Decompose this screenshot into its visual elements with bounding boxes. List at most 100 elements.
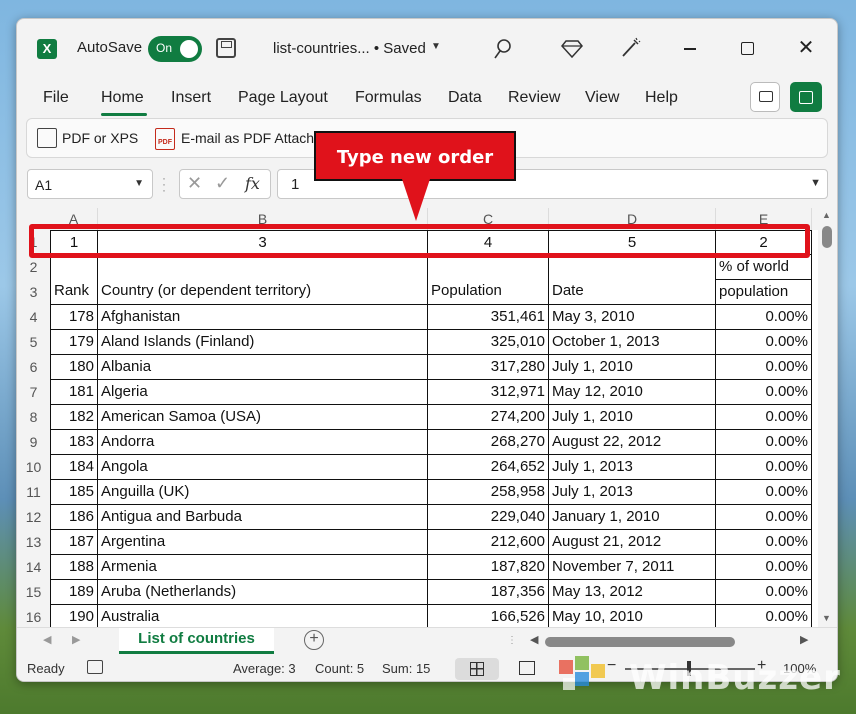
cell-date[interactable]: July 1, 2010 xyxy=(549,355,716,380)
menu-file[interactable]: File xyxy=(43,89,69,107)
cell-percent[interactable]: 0.00% xyxy=(716,530,812,555)
cell-percent[interactable]: 0.00% xyxy=(716,430,812,455)
header-population[interactable]: Population xyxy=(428,255,549,305)
insert-function-icon[interactable]: fx xyxy=(245,174,260,193)
scroll-down-icon[interactable]: ▼ xyxy=(822,613,831,623)
row-header[interactable]: 4 xyxy=(17,305,50,330)
cell-percent[interactable]: 0.00% xyxy=(716,380,812,405)
cell-country[interactable]: American Samoa (USA) xyxy=(98,405,428,430)
autosave-toggle[interactable]: On xyxy=(148,36,202,62)
cell-rank[interactable]: 182 xyxy=(50,405,98,430)
share-button[interactable] xyxy=(790,82,822,112)
cell-percent[interactable]: 0.00% xyxy=(716,505,812,530)
cell-country[interactable]: Albania xyxy=(98,355,428,380)
scroll-right-icon[interactable]: ▶ xyxy=(800,633,808,646)
sheet-prev-icon[interactable]: ◀ xyxy=(43,633,51,646)
cell-population[interactable]: 212,600 xyxy=(428,530,549,555)
file-name[interactable]: list-countries... • Saved xyxy=(273,40,426,57)
scroll-up-icon[interactable]: ▲ xyxy=(822,210,831,220)
cell-rank[interactable]: 187 xyxy=(50,530,98,555)
search-icon[interactable] xyxy=(494,38,512,60)
cell-percent[interactable]: 0.00% xyxy=(716,305,812,330)
cell-population[interactable]: 351,461 xyxy=(428,305,549,330)
cell-rank[interactable]: 178 xyxy=(50,305,98,330)
tab-splitter-handle-icon[interactable]: ⋮ xyxy=(507,635,517,646)
enter-check-icon[interactable]: ✓ xyxy=(215,173,230,194)
sheet-tab-list-of-countries[interactable]: List of countries xyxy=(119,628,274,654)
email-as-pdf-button[interactable]: E-mail as PDF Attachment xyxy=(181,130,327,146)
cell-country[interactable]: Australia xyxy=(98,605,428,628)
close-button[interactable]: ✕ xyxy=(792,35,820,61)
filename-chevron-down-icon[interactable]: ▼ xyxy=(431,41,441,52)
cell-country[interactable]: Afghanistan xyxy=(98,305,428,330)
cell-country[interactable]: Argentina xyxy=(98,530,428,555)
row-header[interactable]: 14 xyxy=(17,555,50,580)
cell-country[interactable]: Antigua and Barbuda xyxy=(98,505,428,530)
page-layout-view-icon[interactable] xyxy=(519,661,535,675)
save-icon[interactable] xyxy=(216,38,236,58)
header-country[interactable]: Country (or dependent territory) xyxy=(98,255,428,305)
cell-date[interactable]: July 1, 2013 xyxy=(549,455,716,480)
vertical-scrollbar[interactable]: ▲ ▼ xyxy=(818,208,837,628)
cell-rank[interactable]: 183 xyxy=(50,430,98,455)
cell-population[interactable]: 264,652 xyxy=(428,455,549,480)
cell-population[interactable]: 166,526 xyxy=(428,605,549,628)
minimize-button[interactable] xyxy=(677,35,705,61)
cell-date[interactable]: November 7, 2011 xyxy=(549,555,716,580)
header-rank[interactable]: Rank xyxy=(50,255,98,305)
cell-country[interactable]: Anguilla (UK) xyxy=(98,480,428,505)
cell-population[interactable]: 274,200 xyxy=(428,405,549,430)
accessibility-icon[interactable] xyxy=(87,660,103,674)
cell-date[interactable]: August 22, 2012 xyxy=(549,430,716,455)
header-percent-line2[interactable]: population xyxy=(716,280,812,305)
scroll-left-icon[interactable]: ◀ xyxy=(530,633,538,646)
row-header[interactable]: 7 xyxy=(17,380,50,405)
cell-rank[interactable]: 179 xyxy=(50,330,98,355)
cell-population[interactable]: 258,958 xyxy=(428,480,549,505)
row-header[interactable]: 3 xyxy=(17,280,50,305)
cell-rank[interactable]: 185 xyxy=(50,480,98,505)
cell-country[interactable]: Aland Islands (Finland) xyxy=(98,330,428,355)
cell-rank[interactable]: 181 xyxy=(50,380,98,405)
cell-population[interactable]: 187,820 xyxy=(428,555,549,580)
cell-population[interactable]: 312,971 xyxy=(428,380,549,405)
row-header[interactable]: 2 xyxy=(17,255,50,280)
menu-insert[interactable]: Insert xyxy=(171,89,211,107)
menu-help[interactable]: Help xyxy=(645,89,678,107)
row-header[interactable]: 15 xyxy=(17,580,50,605)
cell-date[interactable]: May 3, 2010 xyxy=(549,305,716,330)
header-date[interactable]: Date xyxy=(549,255,716,305)
horizontal-scroll-thumb[interactable] xyxy=(545,637,735,647)
cell-percent[interactable]: 0.00% xyxy=(716,555,812,580)
cell-country[interactable]: Angola xyxy=(98,455,428,480)
header-percent-line1[interactable]: % of world xyxy=(716,255,812,280)
cell-percent[interactable]: 0.00% xyxy=(716,455,812,480)
cell-rank[interactable]: 189 xyxy=(50,580,98,605)
row-header[interactable]: 5 xyxy=(17,330,50,355)
menu-view[interactable]: View xyxy=(585,89,619,107)
cell-population[interactable]: 187,356 xyxy=(428,580,549,605)
cell-date[interactable]: January 1, 2010 xyxy=(549,505,716,530)
row-header[interactable]: 9 xyxy=(17,430,50,455)
add-sheet-icon[interactable]: + xyxy=(304,630,324,650)
menu-home[interactable]: Home xyxy=(101,89,144,107)
row-header[interactable]: 10 xyxy=(17,455,50,480)
pdf-or-xps-button[interactable]: PDF or XPS xyxy=(62,130,138,146)
cell-population[interactable]: 317,280 xyxy=(428,355,549,380)
cell-population[interactable]: 325,010 xyxy=(428,330,549,355)
cell-percent[interactable]: 0.00% xyxy=(716,330,812,355)
cell-country[interactable]: Armenia xyxy=(98,555,428,580)
row-header[interactable]: 8 xyxy=(17,405,50,430)
sheet-next-icon[interactable]: ▶ xyxy=(72,633,80,646)
row-header[interactable]: 12 xyxy=(17,505,50,530)
cell-population[interactable]: 229,040 xyxy=(428,505,549,530)
name-box[interactable]: A1 ▼ xyxy=(27,169,153,199)
menu-data[interactable]: Data xyxy=(448,89,482,107)
cell-percent[interactable]: 0.00% xyxy=(716,405,812,430)
comments-button[interactable] xyxy=(750,82,780,112)
cell-rank[interactable]: 188 xyxy=(50,555,98,580)
cell-percent[interactable]: 0.00% xyxy=(716,580,812,605)
row-header[interactable]: 6 xyxy=(17,355,50,380)
row-header[interactable]: 16 xyxy=(17,605,50,628)
cell-percent[interactable]: 0.00% xyxy=(716,355,812,380)
